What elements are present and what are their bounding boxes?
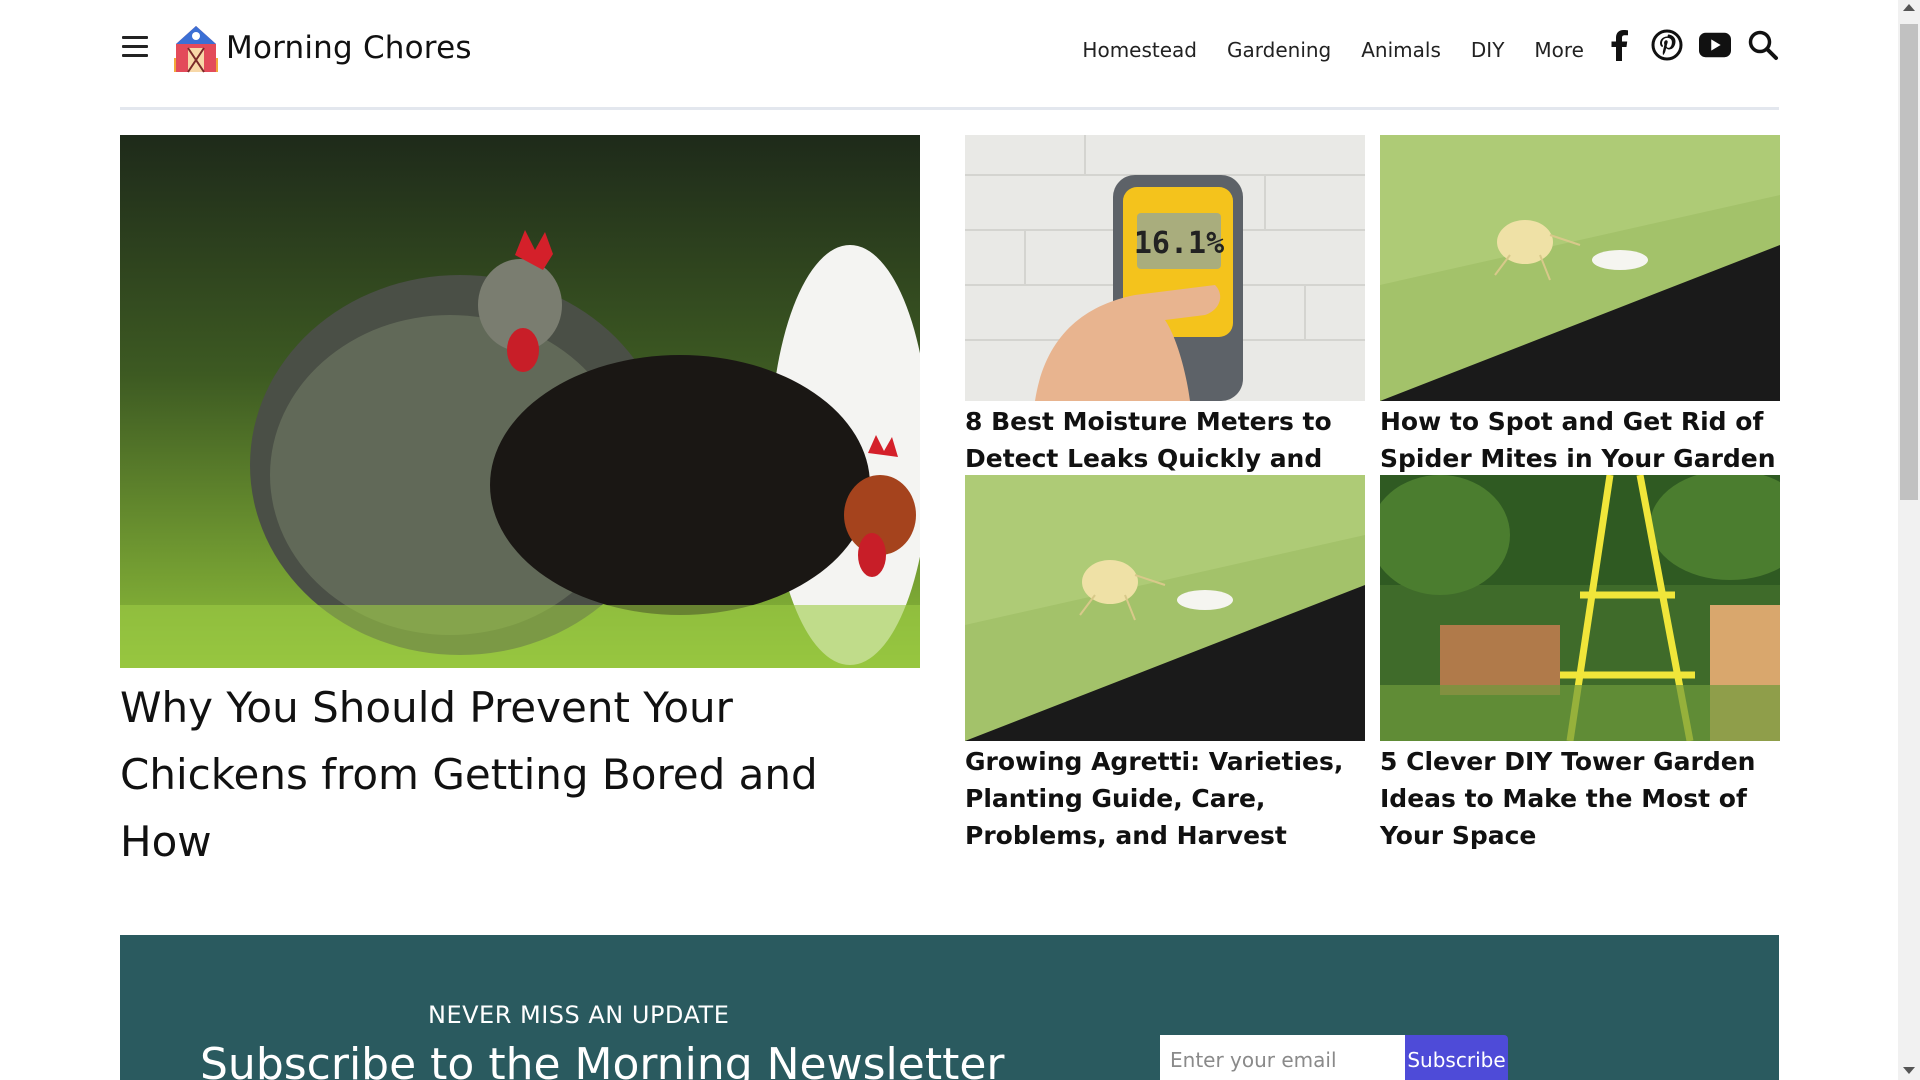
article-card-title[interactable]: Growing Agretti: Varieties, Planting Gui… bbox=[965, 743, 1365, 854]
pinterest-icon[interactable] bbox=[1651, 28, 1683, 62]
newsletter-title: Subscribe to the Morning Newsletter bbox=[200, 1039, 1005, 1080]
agretti-image[interactable] bbox=[965, 475, 1365, 741]
article-card[interactable]: How to Spot and Get Rid of Spider Mites … bbox=[1380, 135, 1780, 514]
nav-item-more[interactable]: More bbox=[1534, 38, 1584, 62]
newsletter-section: NEVER MISS AN UPDATE Subscribe to the Mo… bbox=[120, 935, 1779, 1080]
subscribe-button[interactable]: Subscribe bbox=[1405, 1035, 1508, 1080]
nav-item-homestead[interactable]: Homestead bbox=[1082, 38, 1197, 62]
scroll-up-arrow-icon[interactable] bbox=[1903, 4, 1915, 11]
site-logo[interactable]: Morning Chores bbox=[170, 22, 472, 74]
search-icon[interactable] bbox=[1747, 28, 1779, 62]
spider-mite-image[interactable] bbox=[1380, 135, 1780, 401]
featured-article[interactable]: Why You Should Prevent Your Chickens fro… bbox=[120, 135, 920, 875]
hamburger-menu-icon[interactable] bbox=[122, 36, 148, 58]
page-scrollbar[interactable] bbox=[1898, 0, 1920, 1080]
article-card-title[interactable]: 5 Clever DIY Tower Garden Ideas to Make … bbox=[1380, 743, 1780, 854]
facebook-icon[interactable] bbox=[1603, 28, 1635, 62]
nav-item-animals[interactable]: Animals bbox=[1361, 38, 1441, 62]
moisture-meter-image[interactable]: 16.1% bbox=[965, 135, 1365, 401]
scroll-down-arrow-icon[interactable] bbox=[1903, 1067, 1915, 1074]
nav-item-diy[interactable]: DIY bbox=[1471, 38, 1505, 62]
svg-text:16.1%: 16.1% bbox=[1134, 226, 1224, 261]
email-field[interactable] bbox=[1160, 1035, 1405, 1080]
article-card[interactable]: 16.1% 8 Best Moisture Meters to Detect L… bbox=[965, 135, 1365, 514]
scroll-thumb[interactable] bbox=[1900, 24, 1918, 500]
article-card[interactable]: Growing Agretti: Varieties, Planting Gui… bbox=[965, 475, 1365, 854]
featured-article-title[interactable]: Why You Should Prevent Your Chickens fro… bbox=[120, 674, 920, 875]
social-links bbox=[1603, 28, 1779, 62]
nav-item-gardening[interactable]: Gardening bbox=[1227, 38, 1331, 62]
youtube-icon[interactable] bbox=[1699, 28, 1731, 62]
farm-barn-logo-icon bbox=[174, 26, 218, 73]
newsletter-kicker: NEVER MISS AN UPDATE bbox=[428, 1001, 730, 1029]
site-title: Morning Chores bbox=[226, 30, 472, 66]
site-header: Morning Chores Homestead Gardening Anima… bbox=[120, 0, 1779, 110]
chickens-image[interactable] bbox=[120, 135, 920, 668]
tower-garden-image[interactable] bbox=[1380, 475, 1780, 741]
main-nav: Homestead Gardening Animals DIY More bbox=[1082, 38, 1584, 62]
article-card[interactable]: 5 Clever DIY Tower Garden Ideas to Make … bbox=[1380, 475, 1780, 854]
